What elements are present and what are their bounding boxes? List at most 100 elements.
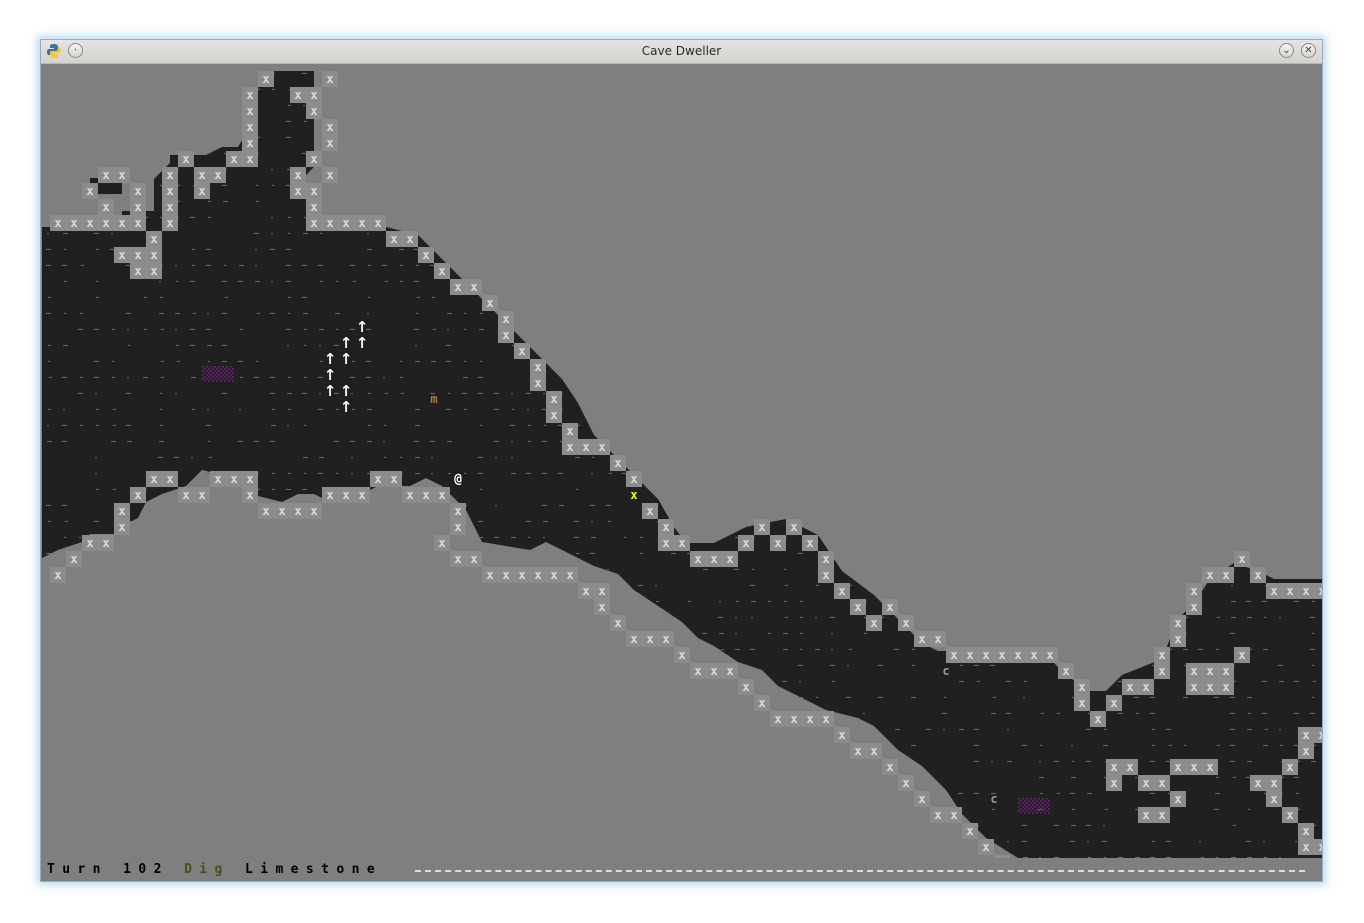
wall-marker[interactable]: x [758, 696, 765, 710]
wall-marker[interactable]: x [438, 264, 445, 278]
wall-marker[interactable]: x [502, 568, 509, 582]
wall-marker[interactable]: x [246, 152, 253, 166]
wall-marker[interactable]: x [518, 344, 525, 358]
wall-marker[interactable]: x [902, 776, 909, 790]
wall-marker[interactable]: x [358, 488, 365, 502]
wall-marker[interactable]: x [1318, 728, 1323, 742]
wall-marker[interactable]: x [182, 488, 189, 502]
wall-marker[interactable]: x [1190, 584, 1197, 598]
wall-marker[interactable]: x [1222, 664, 1229, 678]
wall-marker[interactable]: x [422, 488, 429, 502]
wall-marker[interactable]: x [1110, 776, 1117, 790]
wall-marker[interactable]: x [166, 200, 173, 214]
wall-marker[interactable]: x [790, 712, 797, 726]
wall-marker[interactable]: x [1174, 632, 1181, 646]
wall-marker[interactable]: x [326, 72, 333, 86]
wall-marker[interactable]: x [310, 184, 317, 198]
wall-marker[interactable]: x [118, 248, 125, 262]
wall-marker[interactable]: x [166, 472, 173, 486]
wall-marker[interactable]: x [726, 552, 733, 566]
wall-marker[interactable]: x [246, 104, 253, 118]
wall-marker[interactable]: x [118, 168, 125, 182]
wall-marker[interactable]: x [310, 200, 317, 214]
wall-marker[interactable]: x [998, 856, 1005, 858]
wall-marker[interactable]: x [438, 536, 445, 550]
wall-marker[interactable]: x [486, 568, 493, 582]
wall-marker[interactable]: x [726, 664, 733, 678]
wall-marker[interactable]: x [534, 568, 541, 582]
wall-marker[interactable]: x [1302, 728, 1309, 742]
wall-marker[interactable]: x [198, 488, 205, 502]
wall-marker[interactable]: x [534, 376, 541, 390]
wall-marker[interactable]: x [150, 264, 157, 278]
wall-marker[interactable]: x [1206, 568, 1213, 582]
wall-marker[interactable]: x [454, 552, 461, 566]
wall-marker[interactable]: x [1062, 664, 1069, 678]
wall-marker[interactable]: x [630, 632, 637, 646]
wall-marker[interactable]: x [1222, 568, 1229, 582]
wall-marker[interactable]: x [982, 840, 989, 854]
wall-marker[interactable]: x [1318, 584, 1323, 598]
wall-marker[interactable]: x [438, 488, 445, 502]
wall-marker[interactable]: x [454, 504, 461, 518]
wall-marker[interactable]: x [342, 216, 349, 230]
wall-marker[interactable]: x [150, 248, 157, 262]
wall-marker[interactable]: x [86, 536, 93, 550]
wall-marker[interactable]: x [262, 504, 269, 518]
monster-c[interactable]: c [942, 664, 949, 678]
wall-marker[interactable]: x [390, 232, 397, 246]
wall-marker[interactable]: x [230, 472, 237, 486]
wall-marker[interactable]: x [278, 504, 285, 518]
wall-marker[interactable]: x [294, 168, 301, 182]
wall-marker[interactable]: x [1302, 584, 1309, 598]
wall-marker[interactable]: x [134, 200, 141, 214]
wall-marker[interactable]: x [358, 216, 365, 230]
wall-marker[interactable]: x [1238, 552, 1245, 566]
wall-marker[interactable]: x [134, 488, 141, 502]
wall-marker[interactable]: x [566, 568, 573, 582]
wall-marker[interactable]: x [246, 136, 253, 150]
wall-marker[interactable]: x [134, 248, 141, 262]
wall-marker[interactable]: x [1302, 824, 1309, 838]
wall-marker[interactable]: x [246, 88, 253, 102]
wall-marker[interactable]: x [70, 552, 77, 566]
wall-marker[interactable]: x [886, 760, 893, 774]
wall-marker[interactable]: x [1206, 680, 1213, 694]
wall-marker[interactable]: x [310, 216, 317, 230]
wall-marker[interactable]: x [934, 632, 941, 646]
wall-marker[interactable]: x [1286, 808, 1293, 822]
wall-marker[interactable]: x [630, 472, 637, 486]
wall-marker[interactable]: x [550, 408, 557, 422]
wall-marker[interactable]: x [198, 168, 205, 182]
wall-marker[interactable]: x [582, 440, 589, 454]
wall-marker[interactable]: x [374, 216, 381, 230]
wall-marker[interactable]: x [662, 536, 669, 550]
wall-marker[interactable]: x [1110, 760, 1117, 774]
wall-marker[interactable]: x [1158, 808, 1165, 822]
wall-marker[interactable]: x [102, 200, 109, 214]
wall-marker[interactable]: x [1270, 792, 1277, 806]
wall-marker[interactable]: x [1206, 760, 1213, 774]
wall-marker[interactable]: x [1270, 584, 1277, 598]
wall-marker[interactable]: x [118, 520, 125, 534]
wall-marker[interactable]: x [326, 216, 333, 230]
wall-marker[interactable]: x [1254, 568, 1261, 582]
wall-marker[interactable]: x [790, 520, 797, 534]
wall-marker[interactable]: x [1318, 840, 1323, 854]
wall-marker[interactable]: x [966, 824, 973, 838]
wall-marker[interactable]: x [1014, 648, 1021, 662]
wall-marker[interactable]: x [1142, 680, 1149, 694]
wall-marker[interactable]: x [102, 216, 109, 230]
wall-marker[interactable]: x [246, 120, 253, 134]
wall-marker[interactable]: x [374, 472, 381, 486]
wall-marker[interactable]: x [166, 168, 173, 182]
wall-marker[interactable]: x [326, 168, 333, 182]
wall-marker[interactable]: x [710, 552, 717, 566]
wall-marker[interactable]: x [982, 648, 989, 662]
wall-marker[interactable]: x [1142, 808, 1149, 822]
wall-marker[interactable]: x [454, 280, 461, 294]
wall-marker[interactable]: x [262, 72, 269, 86]
wall-marker[interactable]: x [150, 472, 157, 486]
wall-marker[interactable]: x [950, 808, 957, 822]
wall-marker[interactable]: x [214, 472, 221, 486]
